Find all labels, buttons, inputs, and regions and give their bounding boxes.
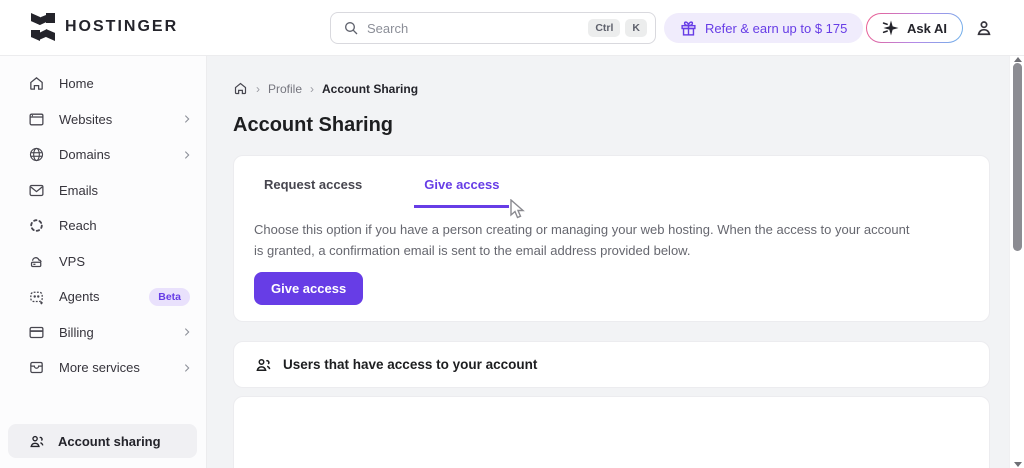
users-section-title: Users that have access to your account	[283, 357, 538, 372]
cloud-server-icon	[30, 256, 42, 267]
home-icon	[30, 77, 43, 91]
tabs: Request access Give access	[234, 156, 989, 208]
tab-request-access[interactable]: Request access	[254, 173, 372, 208]
chevron-right-icon	[184, 328, 190, 336]
search-icon	[345, 22, 358, 35]
users-access-header-card: Users that have access to your account	[233, 341, 990, 388]
sidebar-item-label: Emails	[59, 182, 99, 198]
credit-card-icon	[29, 326, 44, 338]
sidebar: Home Websites Domains Emails Reach VPS A…	[0, 56, 207, 468]
chevron-right-icon	[184, 115, 190, 123]
spinner-sparkle-icon	[30, 219, 43, 232]
hostinger-h-icon	[31, 13, 55, 41]
shortcut-ctrl-key: Ctrl	[588, 19, 621, 37]
access-options-card: Request access Give access Choose this o…	[233, 155, 990, 322]
globe-icon	[29, 148, 44, 162]
give-access-button[interactable]: Give access	[254, 272, 364, 305]
search-input[interactable]	[367, 20, 584, 36]
vertical-scrollbar[interactable]	[1009, 56, 1024, 468]
sidebar-item-emails[interactable]: Emails	[0, 173, 206, 209]
refer-earn-label: Refer & earn up to $ 175	[705, 20, 848, 36]
sidebar-footer-label: Account sharing	[58, 433, 161, 449]
scrollbar-down-arrow[interactable]	[1014, 462, 1022, 467]
sidebar-item-label: More services	[59, 360, 140, 376]
sidebar-item-reach[interactable]: Reach	[0, 208, 206, 244]
main-content: › Profile › Account Sharing Account Shar…	[207, 56, 1024, 468]
scrollbar-thumb[interactable]	[1013, 63, 1022, 251]
sidebar-item-label: Reach	[59, 218, 97, 234]
shortcut-k-key: K	[625, 19, 647, 37]
ai-sparkle-icon	[882, 20, 899, 36]
sidebar-item-websites[interactable]: Websites	[0, 102, 206, 138]
top-bar: HOSTINGER Ctrl K Refer & earn up to $ 17…	[0, 0, 1024, 56]
sidebar-item-label: Agents	[59, 289, 100, 305]
hostinger-logo[interactable]: HOSTINGER	[30, 13, 178, 41]
users-icon	[256, 358, 271, 371]
breadcrumb: › Profile › Account Sharing	[233, 81, 418, 96]
breadcrumb-current: Account Sharing	[322, 81, 419, 96]
brand-name: HOSTINGER	[65, 18, 179, 35]
person-icon	[977, 21, 991, 36]
sidebar-item-account-sharing[interactable]: Account sharing	[8, 424, 197, 458]
sidebar-item-billing[interactable]: Billing	[0, 315, 206, 351]
profile-button[interactable]	[973, 18, 995, 40]
sidebar-item-label: Billing	[59, 324, 94, 340]
sidebar-item-domains[interactable]: Domains	[0, 137, 206, 173]
chevron-right-icon	[184, 151, 190, 159]
sidebar-item-more-services[interactable]: More services	[0, 350, 206, 386]
sidebar-item-agents[interactable]: Agents Beta	[0, 279, 206, 315]
sidebar-item-label: VPS	[59, 253, 86, 269]
sidebar-item-label: Home	[59, 76, 94, 92]
envelope-icon	[29, 184, 44, 196]
search-bar[interactable]: Ctrl K	[330, 12, 656, 44]
users-icon	[30, 435, 44, 447]
breadcrumb-separator: ›	[256, 81, 260, 96]
drawer-box-icon	[30, 362, 43, 374]
users-list-card: Z	[233, 396, 990, 468]
breadcrumb-profile[interactable]: Profile	[268, 82, 302, 96]
scrollbar-up-arrow[interactable]	[1014, 57, 1022, 62]
browser-icon	[29, 113, 44, 126]
breadcrumb-separator: ›	[310, 81, 315, 96]
chevron-right-icon	[184, 364, 190, 372]
robot-agent-icon	[30, 291, 43, 305]
app-window: HOSTINGER Ctrl K Refer & earn up to $ 17…	[0, 0, 1024, 468]
breadcrumb-home-icon[interactable]	[233, 81, 248, 96]
sidebar-item-label: Websites	[59, 111, 113, 127]
beta-badge: Beta	[149, 287, 190, 306]
sidebar-item-label: Domains	[59, 147, 111, 163]
sidebar-item-home[interactable]: Home	[0, 66, 206, 102]
tab-give-access[interactable]: Give access	[414, 173, 510, 208]
ask-ai-button[interactable]: Ask AI	[866, 13, 963, 43]
sidebar-item-vps[interactable]: VPS	[0, 244, 206, 280]
page-title: Account Sharing	[233, 114, 394, 136]
gift-icon	[681, 20, 696, 36]
give-access-description: Choose this option if you have a person …	[254, 222, 910, 258]
refer-earn-button[interactable]: Refer & earn up to $ 175	[664, 13, 864, 43]
sidebar-nav: Home Websites Domains Emails Reach VPS A…	[0, 56, 206, 386]
ask-ai-label: Ask AI	[907, 20, 947, 36]
